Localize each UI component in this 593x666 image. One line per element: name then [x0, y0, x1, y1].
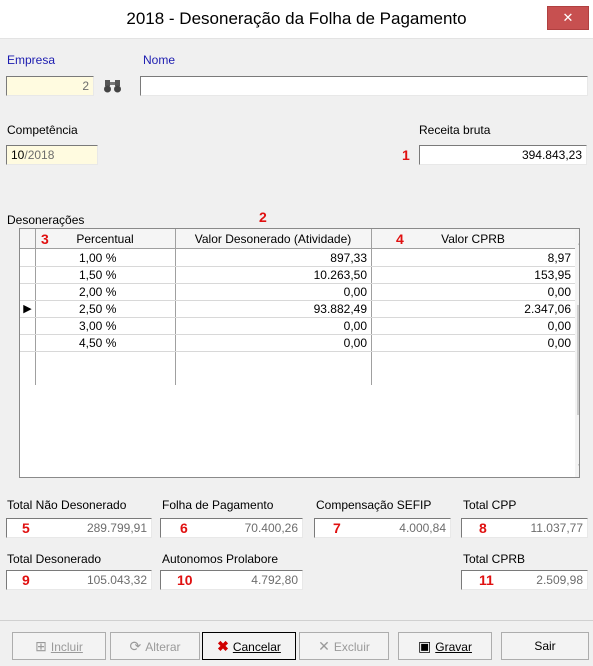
receita-label: Receita bruta — [419, 123, 491, 137]
row-indicator[interactable] — [20, 318, 35, 335]
alterar-button[interactable]: ⟳ Alterar — [110, 632, 200, 660]
annotation-9: 9 — [22, 572, 30, 588]
cell-cprb[interactable]: 0,00 — [371, 318, 575, 335]
annotation-2: 2 — [259, 209, 267, 225]
annotation-10: 10 — [177, 572, 193, 588]
receita-field[interactable]: 394.843,23 — [419, 145, 587, 165]
cell-percentual[interactable]: 4,50 % — [35, 335, 175, 352]
cell-percentual[interactable]: 2,50 % — [35, 301, 175, 318]
cell-percentual[interactable]: 1,50 % — [35, 267, 175, 284]
total-cpp-label: Total CPP — [463, 498, 517, 512]
cell-desonerado[interactable]: 93.882,49 — [175, 301, 371, 318]
annotation-5: 5 — [22, 520, 30, 536]
cancel-icon: ✖ — [217, 638, 229, 654]
total-cprb-label: Total CPRB — [463, 552, 526, 566]
scroll-down-icon[interactable]: ﹀ — [578, 461, 579, 476]
row-indicator[interactable] — [20, 267, 35, 284]
save-icon: ▣ — [418, 638, 432, 654]
cell-desonerado[interactable]: 0,00 — [175, 318, 371, 335]
nome-field[interactable] — [140, 76, 588, 96]
cell-percentual[interactable]: 3,00 % — [35, 318, 175, 335]
cell-desonerado[interactable]: 897,33 — [175, 250, 371, 267]
competencia-month: 10 — [11, 148, 25, 162]
close-button[interactable]: ✕ — [547, 6, 589, 30]
excluir-button[interactable]: ✕ Excluir — [299, 632, 389, 660]
annotation-7: 7 — [333, 520, 341, 536]
autonomos-label: Autonomos Prolabore — [162, 552, 279, 566]
grid-header-desonerado[interactable]: Valor Desonerado (Atividade) — [175, 229, 371, 249]
empresa-label: Empresa — [7, 53, 56, 67]
cell-cprb[interactable]: 8,97 — [371, 250, 575, 267]
cell-cprb[interactable]: 0,00 — [371, 284, 575, 301]
gravar-button[interactable]: ▣ Gravar — [398, 632, 492, 660]
incluir-icon: ⊞ — [35, 638, 47, 654]
alterar-icon: ⟳ — [129, 638, 142, 654]
cancelar-button[interactable]: ✖ Cancelar — [202, 632, 296, 660]
annotation-3: 3 — [41, 231, 49, 247]
competencia-field[interactable]: 10/2018 — [6, 145, 98, 165]
scroll-up-icon[interactable]: ︿ — [578, 232, 579, 247]
annotation-6: 6 — [180, 520, 188, 536]
total-desonerado-label: Total Desonerado — [7, 552, 102, 566]
grid-header-percentual[interactable]: Percentual — [35, 229, 175, 249]
window-title: 2018 - Desoneração da Folha de Pagamento — [126, 9, 467, 28]
grid-scrollbar[interactable]: ︿ ﹀ — [575, 229, 579, 477]
annotation-8: 8 — [479, 520, 487, 536]
empresa-field[interactable]: 2 — [6, 76, 94, 96]
competencia-label: Competência — [7, 123, 78, 137]
button-separator — [0, 620, 593, 621]
cell-cprb[interactable]: 153,95 — [371, 267, 575, 284]
binoculars-icon[interactable] — [102, 78, 124, 94]
close-icon: ✕ — [562, 10, 574, 25]
annotation-11: 11 — [479, 572, 494, 588]
sair-button[interactable]: Sair — [501, 632, 589, 660]
cell-cprb[interactable]: 2.347,06 — [371, 301, 575, 318]
incluir-button[interactable]: ⊞ Incluir — [12, 632, 106, 660]
competencia-year: /2018 — [24, 148, 55, 162]
folha-label: Folha de Pagamento — [162, 498, 274, 512]
cell-percentual[interactable]: 1,00 % — [35, 250, 175, 267]
row-indicator[interactable] — [20, 335, 35, 352]
cell-desonerado[interactable]: 10.263,50 — [175, 267, 371, 284]
row-indicator[interactable]: ▶ — [20, 301, 35, 318]
total-nao-desonerado-label: Total Não Desonerado — [7, 498, 127, 512]
excluir-icon: ✕ — [318, 638, 330, 654]
cell-desonerado[interactable]: 0,00 — [175, 284, 371, 301]
title-bar: 2018 - Desoneração da Folha de Pagamento… — [0, 0, 593, 39]
annotation-1: 1 — [402, 147, 410, 163]
compensacao-label: Compensação SEFIP — [316, 498, 432, 512]
desoneracoes-label: Desonerações — [7, 213, 85, 227]
cell-desonerado[interactable]: 0,00 — [175, 335, 371, 352]
annotation-4: 4 — [396, 231, 404, 247]
cell-percentual[interactable]: 2,00 % — [35, 284, 175, 301]
row-indicator[interactable] — [20, 250, 35, 267]
cell-cprb[interactable]: 0,00 — [371, 335, 575, 352]
row-indicator[interactable] — [20, 284, 35, 301]
nome-label: Nome — [143, 53, 176, 67]
grid-indicator-header — [20, 229, 35, 249]
scroll-thumb[interactable] — [577, 305, 579, 415]
desoneracoes-grid[interactable]: Percentual Valor Desonerado (Atividade) … — [19, 228, 580, 478]
